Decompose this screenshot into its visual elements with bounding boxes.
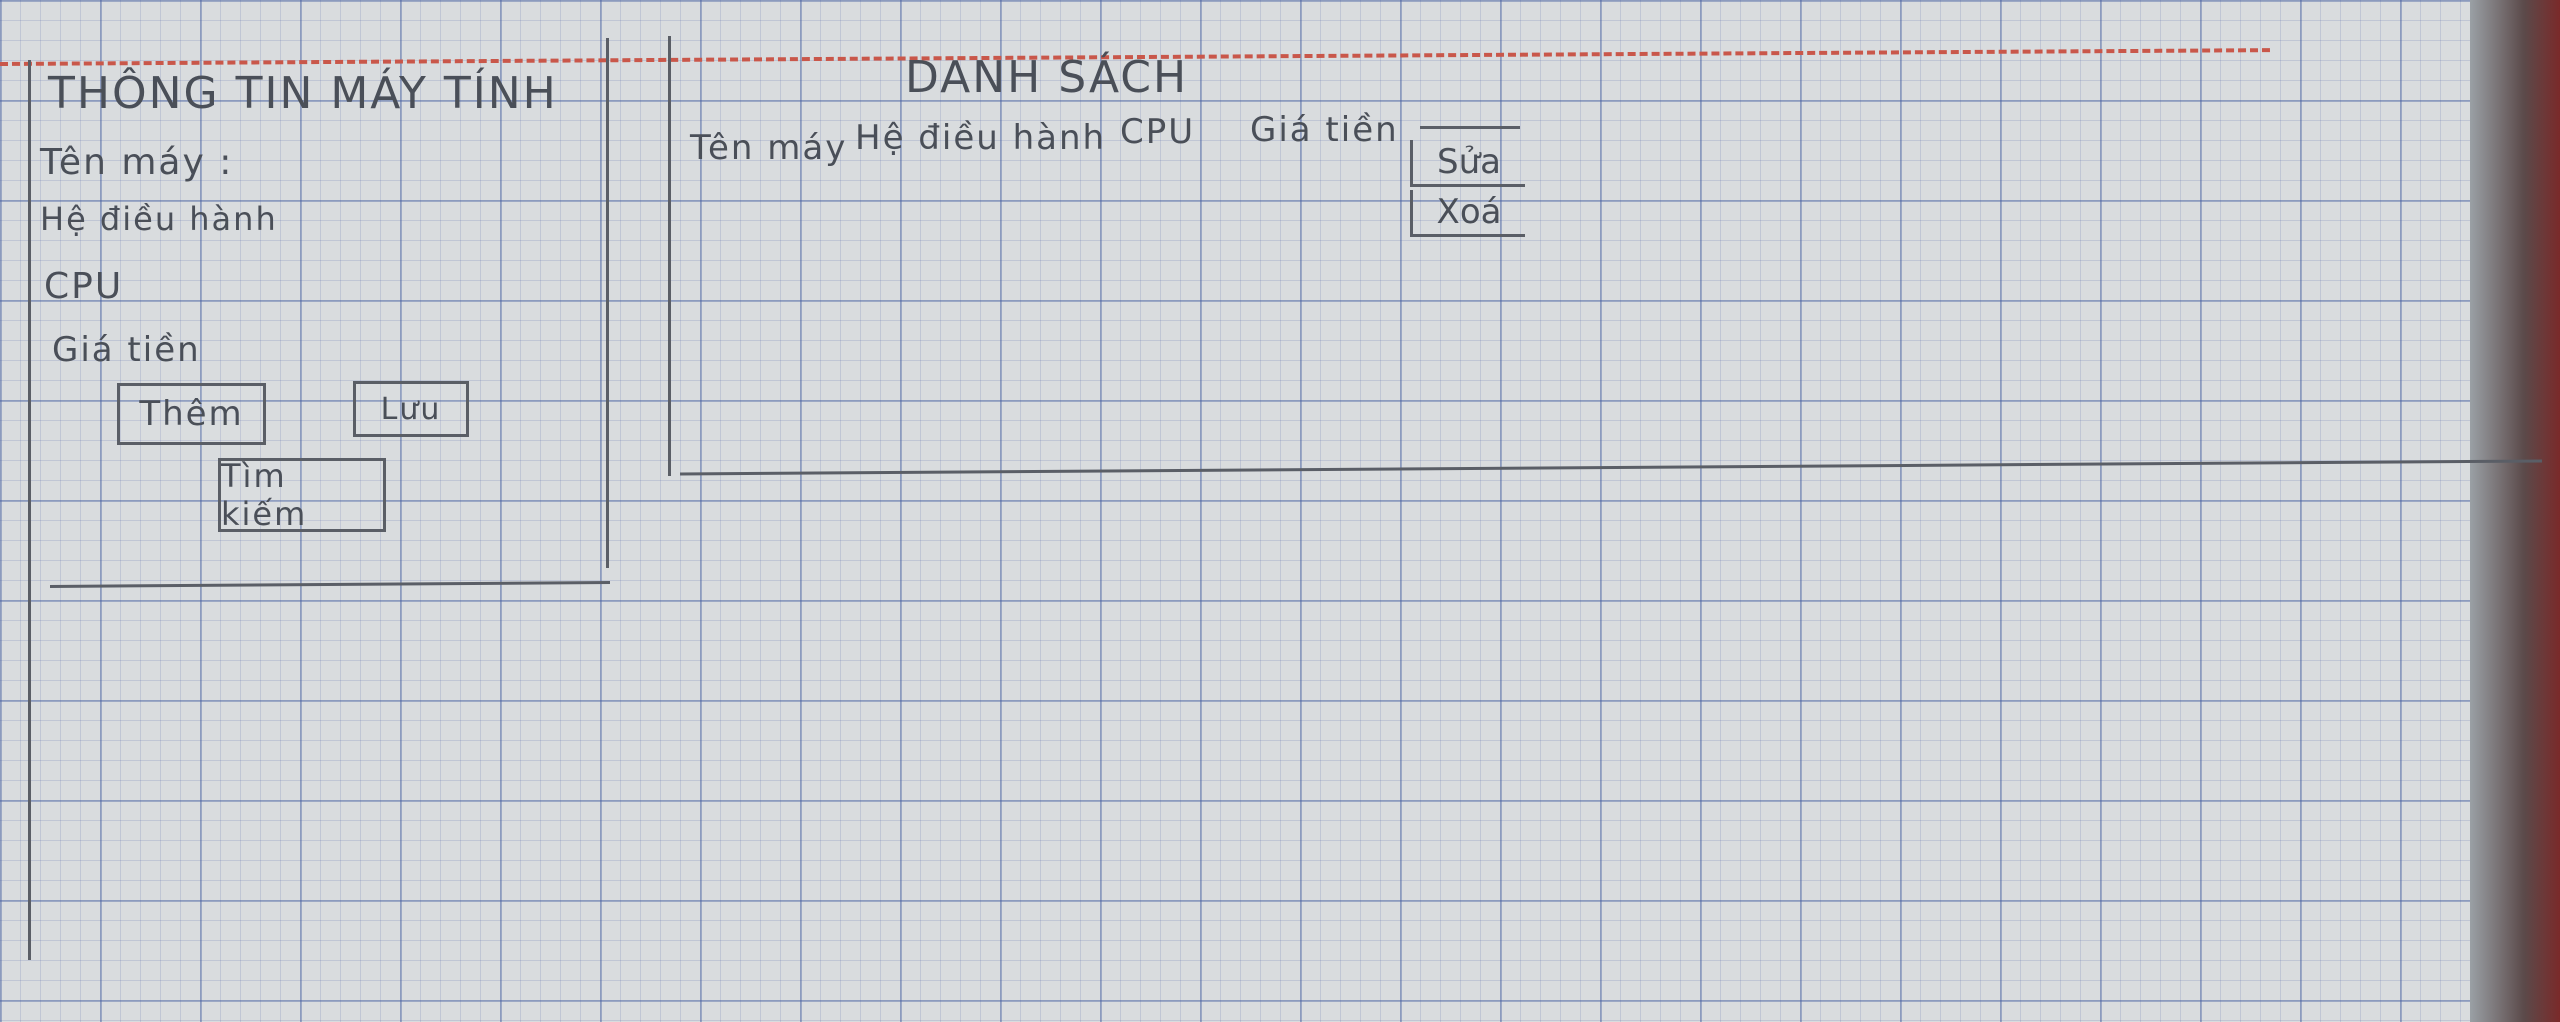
field-label-os: Hệ điều hành [40,200,278,238]
add-button[interactable]: Thêm [117,383,266,445]
form-panel-left-border [28,60,31,960]
field-label-name: Tên máy : [40,142,234,183]
column-header-price: Giá tiền [1250,110,1399,150]
paper-edge [2470,0,2560,1022]
field-label-cpu: CPU [44,266,124,307]
form-panel-right-border [606,38,609,568]
column-header-os: Hệ điều hành [855,118,1107,158]
delete-button[interactable]: Xoá [1410,190,1525,237]
form-title: THÔNG TIN MÁY TÍNH [48,68,558,119]
field-label-price: Giá tiền [52,330,201,370]
header-underline [1420,126,1520,129]
list-panel-left-border [668,36,671,476]
save-button[interactable]: Lưu [353,381,469,437]
edit-button[interactable]: Sửa [1410,140,1525,187]
search-button[interactable]: Tìm kiếm [218,457,386,533]
list-title: DANH SÁCH [905,52,1189,103]
column-header-name: Tên máy [690,128,848,168]
column-header-cpu: CPU [1120,112,1196,152]
